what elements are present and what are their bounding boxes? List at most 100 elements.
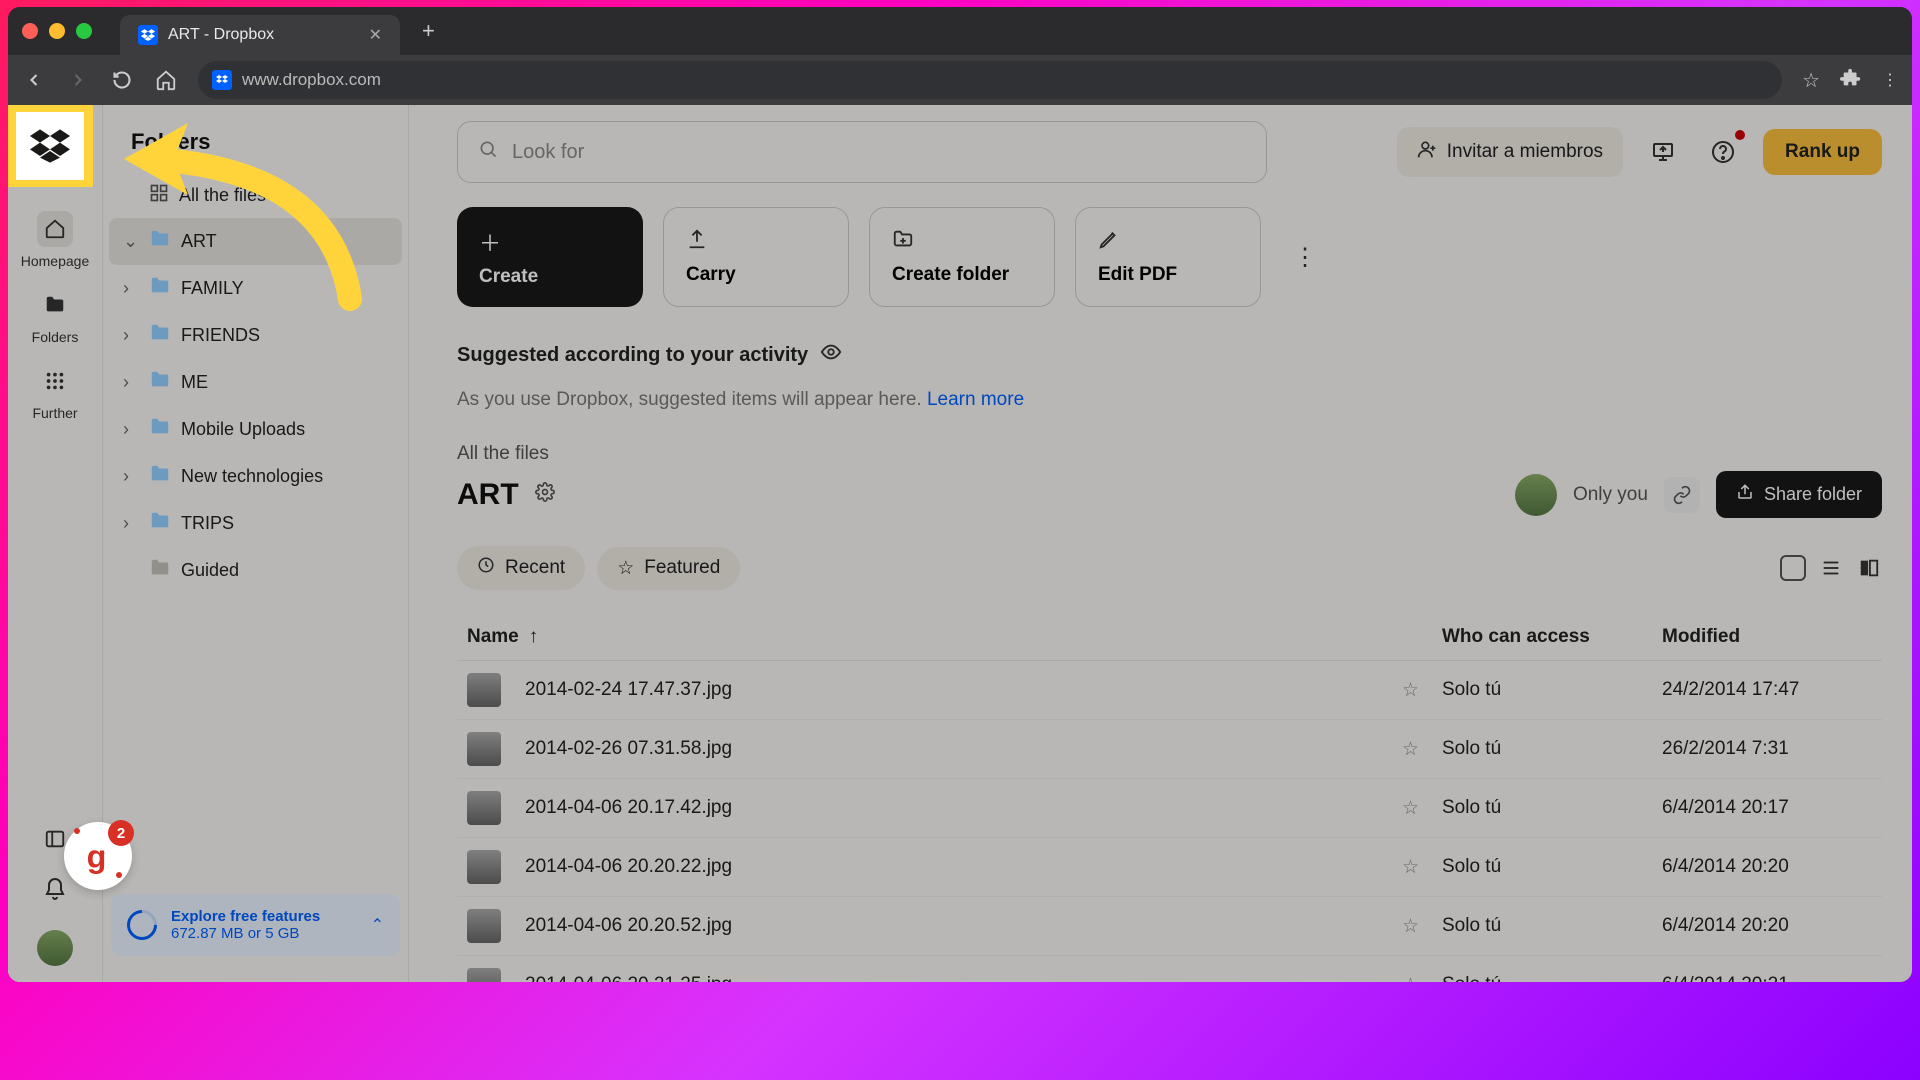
copy-link-button[interactable] — [1664, 477, 1700, 513]
select-all-checkbox[interactable] — [1780, 555, 1806, 581]
rail-folders-label: Folders — [32, 329, 79, 345]
rail-home-label: Homepage — [21, 253, 90, 269]
share-folder-button[interactable]: Share folder — [1716, 471, 1882, 518]
invite-label: Invitar a miembros — [1447, 141, 1603, 163]
featured-chip[interactable]: ☆ Featured — [597, 547, 740, 590]
sidebar-item-me[interactable]: › ME — [103, 359, 408, 406]
top-row: Look for Invitar a miembros Rank up — [457, 121, 1882, 183]
home-button[interactable] — [154, 68, 178, 92]
back-button[interactable] — [22, 68, 46, 92]
sidebar-item-trips[interactable]: › TRIPS — [103, 500, 408, 547]
sidebar-item-tech[interactable]: › New technologies — [103, 453, 408, 500]
file-thumbnail — [467, 732, 501, 766]
chevron-right-icon[interactable]: › — [123, 513, 139, 534]
file-name: 2014-04-06 20.17.42.jpg — [525, 797, 732, 819]
carry-button[interactable]: Carry — [663, 207, 849, 307]
table-row[interactable]: 2014-04-06 20.21.25.jpg☆Solo tú6/4/2014 … — [457, 956, 1882, 982]
sidebar-item-art[interactable]: ⌄ ART — [109, 218, 402, 265]
extensions-icon[interactable] — [1840, 67, 1862, 94]
chevron-down-icon[interactable]: ⌄ — [123, 231, 139, 252]
close-window[interactable] — [22, 23, 38, 39]
reload-button[interactable] — [110, 68, 134, 92]
edit-pdf-button[interactable]: Edit PDF — [1075, 207, 1261, 307]
star-toggle[interactable]: ☆ — [1402, 797, 1442, 820]
sidebar-all-files[interactable]: All the files — [103, 173, 408, 218]
notifications-icon[interactable] — [43, 877, 67, 906]
row-access: Solo tú — [1442, 797, 1662, 819]
column-access[interactable]: Who can access — [1442, 626, 1662, 648]
search-input[interactable]: Look for — [457, 121, 1267, 183]
rail-further[interactable]: Further — [32, 363, 77, 421]
create-button[interactable]: ＋ Create — [457, 207, 643, 307]
chevron-right-icon[interactable]: › — [123, 372, 139, 393]
recent-chip[interactable]: Recent — [457, 546, 585, 590]
learn-more-link[interactable]: Learn more — [927, 389, 1024, 410]
eye-icon[interactable] — [820, 341, 842, 369]
help-icon[interactable] — [1703, 132, 1743, 172]
maximize-window[interactable] — [76, 23, 92, 39]
bookmark-star-icon[interactable]: ☆ — [1802, 68, 1820, 93]
sidebar-item-friends[interactable]: › FRIENDS — [103, 312, 408, 359]
column-modified[interactable]: Modified — [1662, 626, 1872, 648]
rail-folders[interactable]: Folders — [32, 287, 79, 345]
chevron-right-icon[interactable]: › — [123, 278, 139, 299]
table-row[interactable]: 2014-04-06 20.20.22.jpg☆Solo tú6/4/2014 … — [457, 838, 1882, 897]
chevron-right-icon[interactable]: › — [123, 419, 139, 440]
site-icon — [212, 70, 232, 90]
table-row[interactable]: 2014-04-06 20.17.42.jpg☆Solo tú6/4/2014 … — [457, 779, 1882, 838]
file-name: 2014-02-26 07.31.58.jpg — [525, 738, 732, 760]
url-text: www.dropbox.com — [242, 70, 381, 90]
guided-label: Guided — [181, 560, 239, 581]
star-toggle[interactable]: ☆ — [1402, 974, 1442, 983]
free-features-banner[interactable]: Explore free features 672.87 MB or 5 GB … — [111, 894, 400, 956]
help-bubble[interactable]: g 2 — [64, 822, 132, 890]
url-bar[interactable]: www.dropbox.com — [198, 61, 1782, 99]
table-row[interactable]: 2014-02-24 17.47.37.jpg☆Solo tú24/2/2014… — [457, 661, 1882, 720]
invite-button[interactable]: Invitar a miembros — [1397, 127, 1623, 177]
file-name: 2014-04-06 20.21.25.jpg — [525, 974, 732, 982]
list-view-icon[interactable] — [1818, 555, 1844, 581]
table-row[interactable]: 2014-04-06 20.20.52.jpg☆Solo tú6/4/2014 … — [457, 897, 1882, 956]
close-tab-icon[interactable]: ✕ — [369, 25, 382, 45]
screen-share-icon[interactable] — [1643, 132, 1683, 172]
breadcrumb[interactable]: All the files — [457, 443, 1882, 465]
more-actions-icon[interactable]: ⋮ — [1281, 243, 1329, 272]
star-toggle[interactable]: ☆ — [1402, 856, 1442, 879]
folder-icon — [149, 416, 171, 443]
dropbox-logo-icon[interactable] — [30, 128, 70, 164]
browser-tab[interactable]: ART - Dropbox ✕ — [120, 15, 400, 55]
user-avatar[interactable] — [37, 930, 73, 966]
sidebar-item-family[interactable]: › FAMILY — [103, 265, 408, 312]
create-folder-button[interactable]: Create folder — [869, 207, 1055, 307]
folder-icon — [149, 322, 171, 349]
folder-icon — [149, 557, 171, 584]
row-access: Solo tú — [1442, 974, 1662, 982]
logo-highlight-callout — [8, 105, 93, 187]
sidebar-title: Folders — [103, 123, 408, 173]
browser-menu-icon[interactable]: ⋮ — [1882, 70, 1898, 90]
star-toggle[interactable]: ☆ — [1402, 915, 1442, 938]
forward-button[interactable] — [66, 68, 90, 92]
new-tab-button[interactable]: + — [404, 18, 453, 44]
star-toggle[interactable]: ☆ — [1402, 679, 1442, 702]
rank-up-button[interactable]: Rank up — [1763, 129, 1882, 175]
row-modified: 6/4/2014 20:20 — [1662, 856, 1872, 878]
star-toggle[interactable]: ☆ — [1402, 738, 1442, 761]
row-access: Solo tú — [1442, 738, 1662, 760]
share-icon — [1736, 483, 1754, 506]
minimize-window[interactable] — [49, 23, 65, 39]
action-buttons: ＋ Create Carry Create folder Edit PDF ⋮ — [457, 207, 1882, 307]
gear-icon[interactable] — [535, 482, 555, 507]
chevron-right-icon[interactable]: › — [123, 466, 139, 487]
chevron-right-icon[interactable]: › — [123, 325, 139, 346]
rail-home[interactable]: Homepage — [21, 211, 90, 269]
column-name[interactable]: Name ↑ — [467, 626, 1442, 648]
sidebar-item-guided[interactable]: Guided — [103, 547, 408, 594]
window-controls — [22, 23, 92, 39]
table-row[interactable]: 2014-02-26 07.31.58.jpg☆Solo tú26/2/2014… — [457, 720, 1882, 779]
suggested-heading: Suggested according to your activity — [457, 341, 1882, 369]
browser-window: ART - Dropbox ✕ + www.dropbox.com ☆ ⋮ — [8, 7, 1912, 982]
owner-avatar[interactable] — [1515, 474, 1557, 516]
sidebar-item-mobile[interactable]: › Mobile Uploads — [103, 406, 408, 453]
panel-view-icon[interactable] — [1856, 555, 1882, 581]
